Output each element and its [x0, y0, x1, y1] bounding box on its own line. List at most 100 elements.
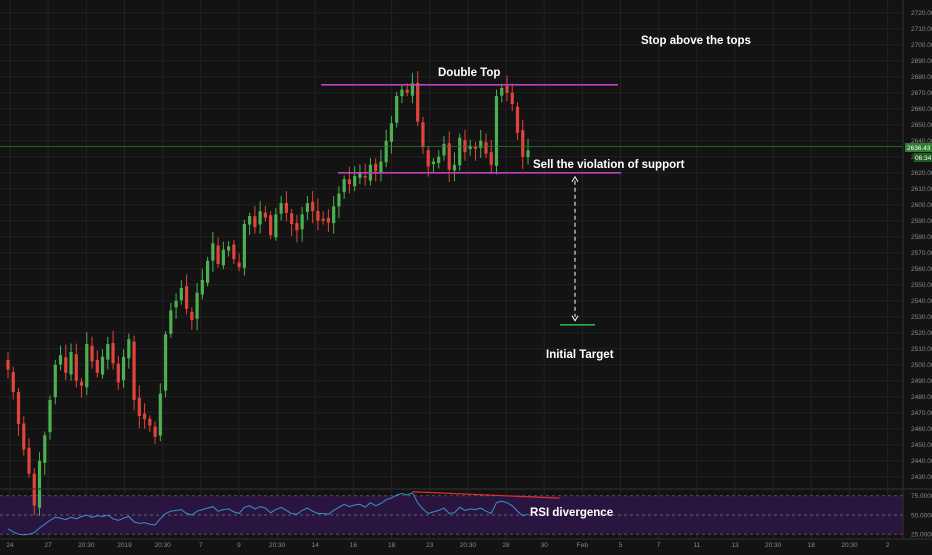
y-tick-label: 2570.00 — [911, 250, 932, 257]
y-tick-label: 2680.00 — [911, 74, 932, 81]
x-tick-label: 20:30 — [154, 542, 171, 549]
candle-body — [374, 163, 378, 172]
candle-body — [100, 356, 105, 375]
candle-body — [79, 381, 84, 386]
candle-body — [326, 217, 331, 223]
candle-body — [116, 363, 120, 383]
candle-body — [353, 176, 357, 187]
y-tick-label: 2450.00 — [911, 442, 932, 449]
candle-body — [200, 280, 204, 295]
candle-body — [479, 140, 483, 149]
candle-body — [295, 222, 299, 231]
x-tick-label: 14 — [312, 542, 320, 549]
y-tick-label: 2600.00 — [911, 202, 932, 209]
candle-body — [342, 179, 346, 193]
y-tick-label: 2430.00 — [911, 474, 932, 481]
x-tick-label: 24 — [6, 542, 14, 549]
y-tick-label: 2720.00 — [911, 10, 932, 17]
price-chart-svg[interactable]: 2720.00 2710.00 2700.00 2690.00 2680.00 2670.… — [0, 0, 932, 550]
candle-body — [64, 357, 68, 373]
candle-body — [347, 179, 352, 184]
candle-body — [95, 359, 99, 373]
x-tick-label: Feb — [577, 542, 589, 549]
x-tick-label: 9 — [237, 542, 241, 549]
y-tick-label: 2520.00 — [911, 330, 932, 337]
candle-body — [515, 106, 520, 133]
candle-body — [437, 156, 441, 164]
candle-body — [395, 96, 399, 123]
x-tick-label: 20:30 — [269, 542, 286, 549]
candle-body — [169, 310, 173, 334]
x-tick-label: 20:30 — [765, 542, 782, 549]
candle-body — [484, 142, 488, 154]
y-tick-label: 2540.00 — [911, 298, 932, 305]
candle-body — [216, 245, 220, 264]
x-tick-label: 30 — [541, 542, 549, 549]
candle-body — [174, 300, 178, 308]
candle-body — [37, 460, 42, 508]
candle-body — [405, 89, 409, 93]
candle-body — [190, 311, 194, 320]
candle-body — [431, 161, 436, 165]
candle-body — [452, 164, 457, 171]
candle-body — [526, 150, 530, 158]
x-tick-label: 23 — [426, 542, 434, 549]
candle-body — [426, 150, 430, 167]
chart-background — [0, 0, 932, 550]
candle-body — [316, 210, 320, 221]
candle-body — [74, 354, 78, 381]
candle-body — [127, 339, 131, 359]
chart-area[interactable]: 2720.00 2710.00 2700.00 2690.00 2680.00 2670.… — [0, 0, 932, 550]
target-label: Initial Target — [546, 349, 614, 361]
y-tick-label: 2460.00 — [911, 426, 932, 433]
candle-body — [290, 213, 294, 224]
candle-body — [500, 88, 504, 96]
x-tick-label: 5 — [619, 542, 623, 549]
sell-label: Sell the violation of support — [533, 159, 685, 171]
x-tick-label: 7 — [199, 542, 203, 549]
double-top-label: Double Top — [438, 67, 500, 79]
candle-body — [416, 82, 420, 122]
candle-body — [258, 211, 262, 225]
rsi-tick-label: 25.0000 — [911, 531, 932, 538]
candle-body — [421, 122, 425, 148]
candle-body — [473, 146, 478, 149]
candle-body — [232, 244, 236, 260]
rsi-panel — [0, 491, 903, 536]
candle-body — [179, 288, 183, 301]
candle-body — [269, 215, 273, 236]
candle-body — [211, 243, 215, 261]
candle-body — [16, 391, 21, 424]
y-tick-label: 2700.00 — [911, 42, 932, 49]
candle-body — [337, 193, 341, 207]
candle-body — [142, 413, 147, 420]
y-tick-label: 2550.00 — [911, 282, 932, 289]
candle-body — [463, 139, 467, 152]
candle-body — [195, 292, 199, 319]
candle-body — [489, 152, 493, 165]
x-tick-label: 16 — [350, 542, 358, 549]
candle-body — [227, 246, 231, 251]
y-tick-label: 2510.00 — [911, 346, 932, 353]
candle-body — [279, 203, 283, 214]
last-price-value: 2636.43 — [907, 145, 931, 152]
candle-body — [505, 85, 509, 93]
candle-body — [248, 216, 252, 225]
x-tick-label: 18 — [808, 542, 816, 549]
candle-body — [148, 418, 152, 426]
x-tick-label: 2 — [886, 542, 890, 549]
x-tick-label: 20:30 — [460, 542, 477, 549]
y-tick-label: 2690.00 — [911, 58, 932, 65]
candle-body — [43, 435, 47, 463]
candle-body — [85, 344, 89, 388]
candle-body — [11, 372, 15, 392]
x-tick-label: 27 — [45, 542, 53, 549]
candle-body — [363, 175, 367, 178]
candle-body — [447, 143, 451, 170]
candle-body — [22, 423, 26, 450]
candle-body — [379, 161, 383, 173]
candle-body — [137, 397, 141, 416]
y-tick-label: 2670.00 — [911, 90, 932, 97]
candle-body — [132, 341, 136, 400]
x-tick-label: 11 — [693, 542, 700, 549]
